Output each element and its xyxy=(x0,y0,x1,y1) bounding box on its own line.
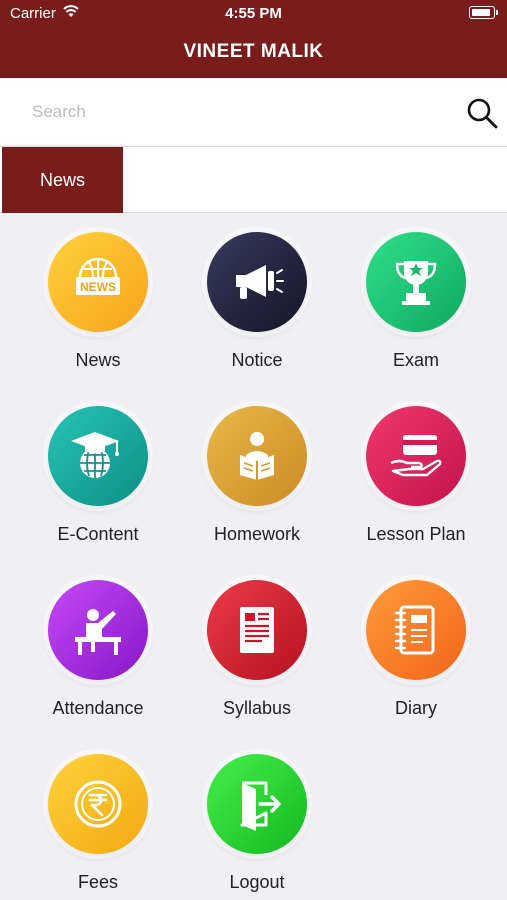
menu-tile-notice[interactable]: Notice xyxy=(172,232,342,371)
trophy-icon xyxy=(366,232,466,332)
status-time: 4:55 PM xyxy=(225,5,282,22)
menu-label: E-Content xyxy=(57,524,139,544)
menu-tile-homework[interactable]: Homework xyxy=(172,406,342,545)
menu-label: Syllabus xyxy=(222,698,292,718)
menu-label: Homework xyxy=(213,524,301,544)
status-bar: Carrier 4:55 PM xyxy=(0,0,507,28)
menu-label: Notice xyxy=(231,350,283,370)
menu-label: News xyxy=(75,350,121,370)
search-bar xyxy=(0,78,507,145)
hand-card-icon xyxy=(366,406,466,506)
menu-label: Attendance xyxy=(52,698,144,718)
app-header: Carrier 4:55 PM VINEET MALIK xyxy=(0,0,507,78)
tab-bar: News xyxy=(0,146,507,213)
menu-tile-attendance[interactable]: Attendance xyxy=(13,580,183,719)
battery-icon xyxy=(469,6,498,19)
menu-label: Lesson Plan xyxy=(366,524,466,544)
search-input[interactable] xyxy=(20,92,474,132)
menu-tile-e-content[interactable]: E-Content xyxy=(13,406,183,545)
notebook-icon xyxy=(366,580,466,680)
menu-label: Diary xyxy=(394,698,437,718)
menu-tile-lesson-plan[interactable]: Lesson Plan xyxy=(331,406,501,545)
svg-text:NEWS: NEWS xyxy=(80,280,116,294)
student-desk-icon xyxy=(48,580,148,680)
menu-tile-syllabus[interactable]: Syllabus xyxy=(172,580,342,719)
page-title: VINEET MALIK xyxy=(183,41,324,62)
menu-label: Logout xyxy=(229,872,285,892)
tab-news[interactable]: News xyxy=(2,147,123,213)
document-icon xyxy=(207,580,307,680)
graduation-globe-icon xyxy=(48,406,148,506)
search-icon[interactable] xyxy=(465,96,499,130)
menu-tile-exam[interactable]: Exam xyxy=(331,232,501,371)
menu-tile-diary[interactable]: Diary xyxy=(331,580,501,719)
menu-label: Exam xyxy=(392,350,439,370)
exit-door-icon xyxy=(207,754,307,854)
reading-student-icon xyxy=(207,406,307,506)
news-globe-icon: NEWS xyxy=(48,232,148,332)
menu-label: Fees xyxy=(77,872,119,892)
menu-tile-news[interactable]: NEWS News xyxy=(13,232,183,371)
megaphone-icon xyxy=(207,232,307,332)
menu-tile-fees[interactable]: Fees xyxy=(13,754,183,893)
menu-tile-logout[interactable]: Logout xyxy=(172,754,342,893)
tab-label: News xyxy=(39,169,85,190)
rupee-coin-icon xyxy=(48,754,148,854)
